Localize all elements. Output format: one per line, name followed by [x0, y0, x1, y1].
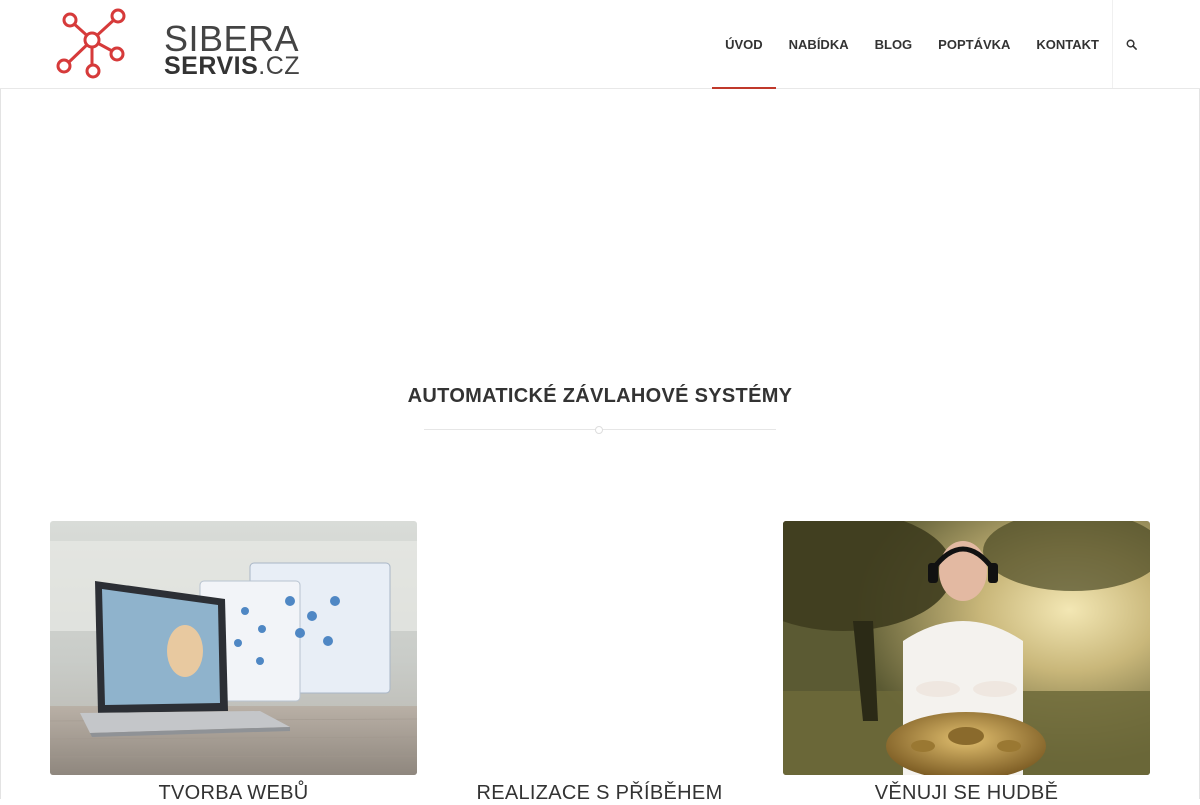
card-title-story[interactable]: REALIZACE S PŘÍBĚHEM: [416, 782, 783, 805]
card-image-music[interactable]: [783, 521, 1150, 775]
nav-item-blog[interactable]: BLOG: [862, 0, 926, 88]
card-title-web-design[interactable]: TVORBA WEBŮ: [50, 782, 417, 805]
network-logo-icon: [56, 8, 126, 79]
search-button[interactable]: [1112, 0, 1150, 88]
divider-dot: [595, 426, 603, 434]
main-nav: ÚVOD NABÍDKA BLOG POPTÁVKA KONTAKT: [712, 0, 1150, 89]
card-image-web-design[interactable]: [50, 521, 417, 775]
laptop-web-design-image: [50, 521, 417, 775]
section-title: AUTOMATICKÉ ZÁVLAHOVÉ SYSTÉMY: [407, 384, 793, 407]
card-title-music[interactable]: VĚNUJI SE HUDBĚ: [783, 782, 1150, 805]
nav-item-uvod[interactable]: ÚVOD: [712, 0, 776, 89]
nav-item-nabidka[interactable]: NABÍDKA: [776, 0, 862, 88]
site-header: SIBERA SERVIS.CZ ÚVOD NABÍDKA BLOG POPTÁ…: [0, 0, 1200, 89]
search-icon: [1126, 39, 1137, 50]
handpan-musician-image: [783, 521, 1150, 775]
nav-item-poptavka[interactable]: POPTÁVKA: [925, 0, 1023, 88]
nav-item-kontakt[interactable]: KONTAKT: [1023, 0, 1112, 88]
logo-line-2: SERVIS.CZ: [164, 52, 301, 80]
site-logo[interactable]: SIBERA SERVIS.CZ: [54, 8, 300, 80]
